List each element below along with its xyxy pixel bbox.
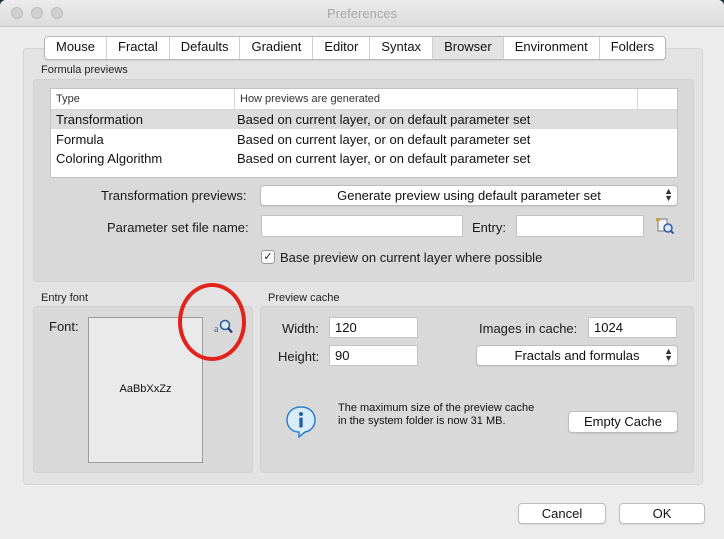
- tab-bar: Mouse Fractal Defaults Gradient Editor S…: [44, 36, 667, 60]
- entry-input[interactable]: [516, 215, 644, 237]
- transformation-previews-value: Generate preview using default parameter…: [337, 188, 601, 203]
- tab-editor[interactable]: Editor: [313, 37, 371, 59]
- title-bar: Preferences: [0, 0, 724, 27]
- chevron-up-down-icon: ▲ ▼: [664, 346, 673, 363]
- tab-syntax[interactable]: Syntax: [370, 37, 434, 59]
- row-how: Based on current layer, or on default pa…: [237, 151, 531, 166]
- images-in-cache-label: Images in cache:: [479, 321, 578, 336]
- entry-font-label: Entry font: [41, 292, 89, 304]
- base-preview-checkbox[interactable]: ✓: [261, 250, 275, 264]
- transformation-previews-label: Transformation previews:: [101, 188, 247, 203]
- font-label: Font:: [49, 319, 79, 334]
- cache-scope-select[interactable]: Fractals and formulas ▲ ▼: [476, 345, 678, 366]
- images-in-cache-input[interactable]: [588, 317, 677, 338]
- chevron-up-down-icon: ▲ ▼: [664, 186, 673, 203]
- tab-gradient[interactable]: Gradient: [240, 37, 314, 59]
- width-input[interactable]: [329, 317, 418, 338]
- row-how: Based on current layer, or on default pa…: [237, 132, 531, 147]
- preferences-window: Preferences Mouse Fractal Defaults Gradi…: [0, 0, 724, 539]
- parameter-file-input[interactable]: [261, 215, 463, 237]
- tab-folders[interactable]: Folders: [600, 37, 665, 59]
- tab-environment[interactable]: Environment: [504, 37, 600, 59]
- height-input[interactable]: [329, 345, 418, 366]
- entry-label: Entry:: [472, 220, 506, 235]
- empty-cache-button[interactable]: Empty Cache: [568, 411, 678, 433]
- cache-info-text: The maximum size of the preview cache in…: [338, 402, 535, 427]
- ok-button[interactable]: OK: [619, 503, 705, 524]
- column-header-how[interactable]: How previews are generated: [234, 89, 637, 109]
- table-header: Type How previews are generated: [51, 89, 677, 110]
- width-label: Width:: [282, 321, 319, 336]
- column-header-empty: [637, 89, 677, 109]
- font-sample-text: AaBbXxZz: [119, 383, 172, 395]
- cache-scope-value: Fractals and formulas: [514, 348, 640, 363]
- table-row[interactable]: Coloring Algorithm Based on current laye…: [51, 149, 677, 168]
- preview-cache-label: Preview cache: [268, 292, 340, 304]
- browse-parameter-file-icon[interactable]: [655, 217, 675, 235]
- formula-previews-table: Type How previews are generated Transfor…: [50, 88, 678, 178]
- column-header-type[interactable]: Type: [51, 89, 234, 109]
- parameter-file-label: Parameter set file name:: [107, 220, 249, 235]
- transformation-previews-select[interactable]: Generate preview using default parameter…: [260, 185, 678, 206]
- tab-defaults[interactable]: Defaults: [170, 37, 241, 59]
- tab-fractal[interactable]: Fractal: [107, 37, 170, 59]
- window-title: Preferences: [326, 6, 398, 21]
- table-row[interactable]: Formula Based on current layer, or on de…: [51, 130, 677, 149]
- cancel-button[interactable]: Cancel: [518, 503, 606, 524]
- tab-browser[interactable]: Browser: [433, 37, 504, 59]
- row-how: Based on current layer, or on default pa…: [237, 112, 531, 127]
- highlight-circle: [178, 283, 246, 361]
- tab-mouse[interactable]: Mouse: [45, 37, 108, 59]
- height-label: Height:: [278, 349, 320, 364]
- info-icon: [286, 406, 316, 438]
- row-type: Formula: [56, 132, 104, 147]
- base-preview-label: Base preview on current layer where poss…: [280, 250, 543, 265]
- row-type: Coloring Algorithm: [56, 151, 163, 166]
- table-row[interactable]: Transformation Based on current layer, o…: [51, 110, 677, 129]
- formula-previews-label: Formula previews: [41, 64, 128, 76]
- row-type: Transformation: [56, 112, 143, 127]
